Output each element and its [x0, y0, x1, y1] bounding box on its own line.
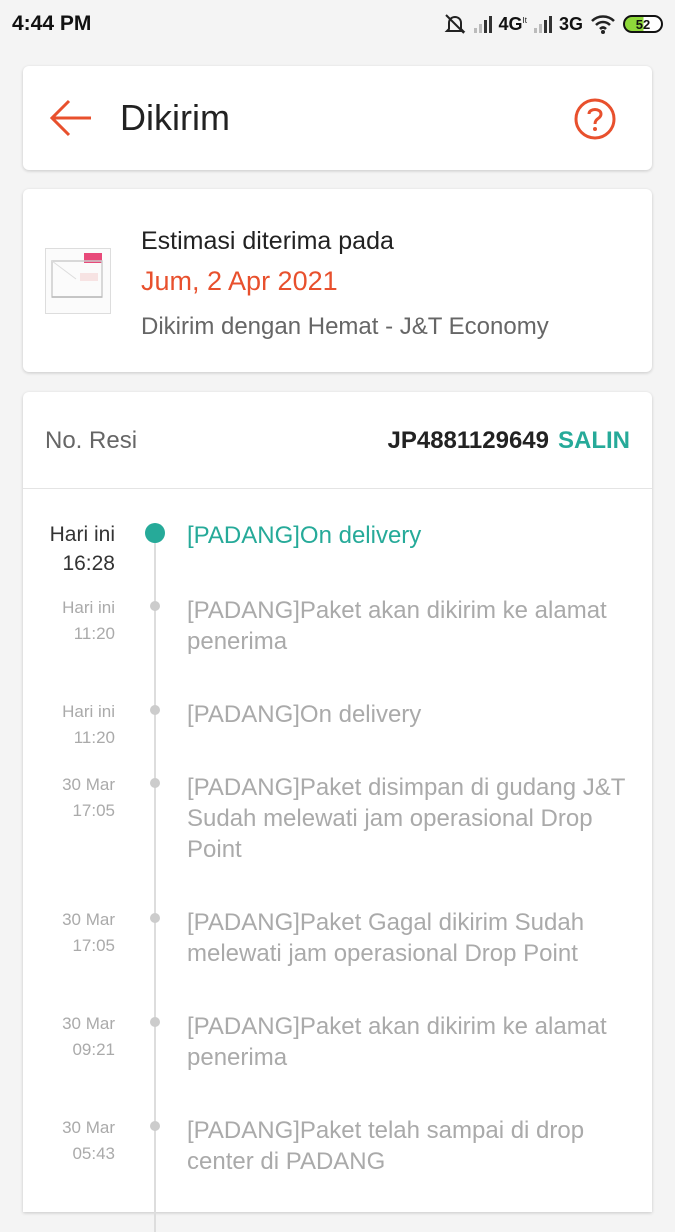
wifi-icon	[591, 15, 615, 34]
page-title: Dikirim	[120, 97, 230, 138]
event-clock: 11:20	[73, 624, 115, 643]
timeline-dot-active	[145, 523, 165, 543]
event-day: 30 Mar	[62, 1014, 115, 1033]
header-card: Dikirim	[23, 66, 652, 170]
status-icons: 4GIt 3G 52	[443, 13, 663, 35]
event-text: [PADANG]Paket akan dikirim ke alamat pen…	[187, 597, 607, 655]
event-text: [PADANG]Paket Gagal dikirim Sudah melewa…	[187, 909, 585, 967]
event-day: 30 Mar	[62, 910, 115, 929]
question-circle-icon[interactable]	[573, 97, 617, 141]
resi-number: JP4881129649	[387, 427, 549, 454]
event-day: Hari ini	[62, 598, 115, 617]
event-time: 30 Mar 05:43	[23, 1115, 115, 1167]
tracking-card: No. Resi JP4881129649 SALIN Hari ini 16:…	[23, 392, 652, 1232]
timeline-dot	[150, 913, 160, 923]
timeline-dot	[150, 1017, 160, 1027]
network-label-2: 3G	[558, 13, 583, 34]
estimate-card: Estimasi diterima pada Jum, 2 Apr 2021 D…	[23, 189, 652, 372]
battery-icon: 52	[623, 15, 663, 33]
event-clock: 16:28	[62, 552, 115, 575]
event-clock: 09:21	[72, 1040, 115, 1059]
page-title-container: Dikirim	[120, 66, 230, 170]
product-thumbnail[interactable]	[45, 248, 111, 314]
estimate-title: Estimasi diterima pada	[141, 227, 394, 255]
event-text: [PADANG]On delivery	[187, 701, 422, 728]
network-label-1: 4GIt	[498, 13, 527, 34]
signal-icon	[473, 15, 492, 33]
resi-row: No. Resi JP4881129649 SALIN	[23, 392, 652, 489]
event-time: Hari ini 11:20	[23, 699, 115, 751]
event-time: 30 Mar 17:05	[23, 772, 115, 824]
signal-icon-2	[533, 15, 552, 33]
timeline-dot	[150, 705, 160, 715]
product-image-icon	[46, 249, 110, 313]
event-clock: 05:43	[72, 1144, 115, 1163]
timeline-dot	[150, 1121, 160, 1131]
estimate-date: Jum, 2 Apr 2021	[141, 266, 338, 296]
resi-label: No. Resi	[45, 427, 138, 454]
arrow-left-icon[interactable]	[49, 98, 93, 138]
event-text: [PADANG]Paket telah sampai di drop cente…	[187, 1117, 585, 1175]
event-time: Hari ini 11:20	[23, 595, 115, 647]
event-text: [PADANG]On delivery	[187, 522, 422, 549]
timeline-dot	[150, 601, 160, 611]
copy-resi-button[interactable]: SALIN	[558, 427, 630, 455]
event-text: [PADANG]Paket disimpan di gudang J&T Sud…	[187, 774, 625, 863]
status-bar: 4:44 PM 4GIt 3G 52	[0, 0, 675, 48]
status-time: 4:44 PM	[12, 12, 92, 35]
bell-muted-icon	[444, 14, 465, 34]
event-text: [PADANG]Paket akan dikirim ke alamat pen…	[187, 1013, 607, 1071]
timeline-dot	[150, 778, 160, 788]
event-clock: 11:20	[73, 728, 115, 747]
event-day: Hari ini	[62, 702, 115, 721]
event-day: Hari ini	[49, 523, 115, 546]
event-clock: 17:05	[72, 936, 115, 955]
battery-level: 52	[635, 16, 651, 32]
shipping-method: Dikirim dengan Hemat - J&T Economy	[141, 313, 549, 340]
event-day: 30 Mar	[62, 775, 115, 794]
event-time: Hari ini 16:28	[23, 520, 115, 578]
event-time: 30 Mar 17:05	[23, 907, 115, 959]
event-time: 30 Mar 09:21	[23, 1011, 115, 1063]
event-clock: 17:05	[72, 801, 115, 820]
event-day: 30 Mar	[62, 1118, 115, 1137]
